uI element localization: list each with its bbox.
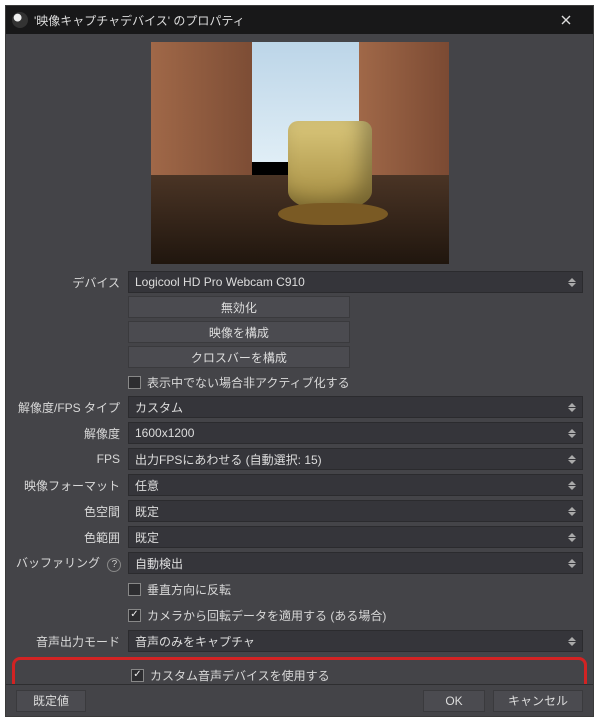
buffering-select[interactable]: 自動検出 [128, 552, 583, 574]
checkbox-checked-icon [128, 609, 141, 622]
checkbox-icon [128, 583, 141, 596]
obs-icon [12, 12, 28, 28]
chevron-updown-icon [568, 455, 576, 464]
label-colorspace: 色空間 [16, 503, 128, 520]
label-device: デバイス [16, 274, 128, 291]
deactivate-when-hidden-checkbox[interactable]: 表示中でない場合非アクティブ化する [128, 371, 350, 393]
chevron-updown-icon [568, 533, 576, 542]
titlebar[interactable]: '映像キャプチャデバイス' のプロパティ [6, 6, 593, 34]
resfps-select[interactable]: カスタム [128, 396, 583, 418]
content-area: デバイス Logicool HD Pro Webcam C910 無効化 映像を… [6, 34, 593, 684]
videofmt-select[interactable]: 任意 [128, 474, 583, 496]
chevron-updown-icon [568, 559, 576, 568]
chevron-updown-icon [568, 507, 576, 516]
label-audiomode: 音声出力モード [16, 633, 128, 650]
window-title: '映像キャプチャデバイス' のプロパティ [34, 12, 545, 29]
chevron-updown-icon [568, 481, 576, 490]
label-buffering: バッファリング ? [16, 554, 128, 572]
form: デバイス Logicool HD Pro Webcam C910 無効化 映像を… [16, 270, 583, 684]
chevron-updown-icon [568, 429, 576, 438]
chevron-updown-icon [568, 637, 576, 646]
deactivate-button[interactable]: 無効化 [128, 296, 350, 318]
configure-video-button[interactable]: 映像を構成 [128, 321, 350, 343]
configure-crossbar-button[interactable]: クロスバーを構成 [128, 346, 350, 368]
custom-audio-checkbox[interactable]: カスタム音声デバイスを使用する [131, 664, 330, 684]
checkbox-icon [128, 376, 141, 389]
defaults-button[interactable]: 既定値 [16, 690, 86, 712]
label-resfps: 解像度/FPS タイプ [16, 399, 128, 416]
close-button[interactable] [545, 6, 587, 34]
highlight-box: カスタム音声デバイスを使用する 音声デバイス マイク (HD Pro Webca… [12, 657, 587, 684]
help-icon[interactable]: ? [107, 558, 121, 572]
label-resolution: 解像度 [16, 425, 128, 442]
chevron-updown-icon [568, 403, 576, 412]
cancel-button[interactable]: キャンセル [493, 690, 583, 712]
resolution-select[interactable]: 1600x1200 [128, 422, 583, 444]
label-fps: FPS [16, 452, 128, 466]
label-colorrange: 色範囲 [16, 529, 128, 546]
fps-select[interactable]: 出力FPSにあわせる (自動選択: 15) [128, 448, 583, 470]
video-preview [151, 42, 449, 264]
device-select[interactable]: Logicool HD Pro Webcam C910 [128, 271, 583, 293]
colorspace-select[interactable]: 既定 [128, 500, 583, 522]
checkbox-checked-icon [131, 669, 144, 682]
ok-button[interactable]: OK [423, 690, 485, 712]
audiomode-select[interactable]: 音声のみをキャプチャ [128, 630, 583, 652]
footer: 既定値 OK キャンセル [6, 684, 593, 716]
chevron-updown-icon [568, 278, 576, 287]
colorrange-select[interactable]: 既定 [128, 526, 583, 548]
apply-rotation-checkbox[interactable]: カメラから回転データを適用する (ある場合) [128, 604, 386, 626]
close-icon [561, 15, 571, 25]
label-videofmt: 映像フォーマット [16, 477, 128, 494]
properties-window: '映像キャプチャデバイス' のプロパティ デバイス Logicool HD Pr… [5, 5, 594, 717]
flip-vertical-checkbox[interactable]: 垂直方向に反転 [128, 578, 231, 600]
